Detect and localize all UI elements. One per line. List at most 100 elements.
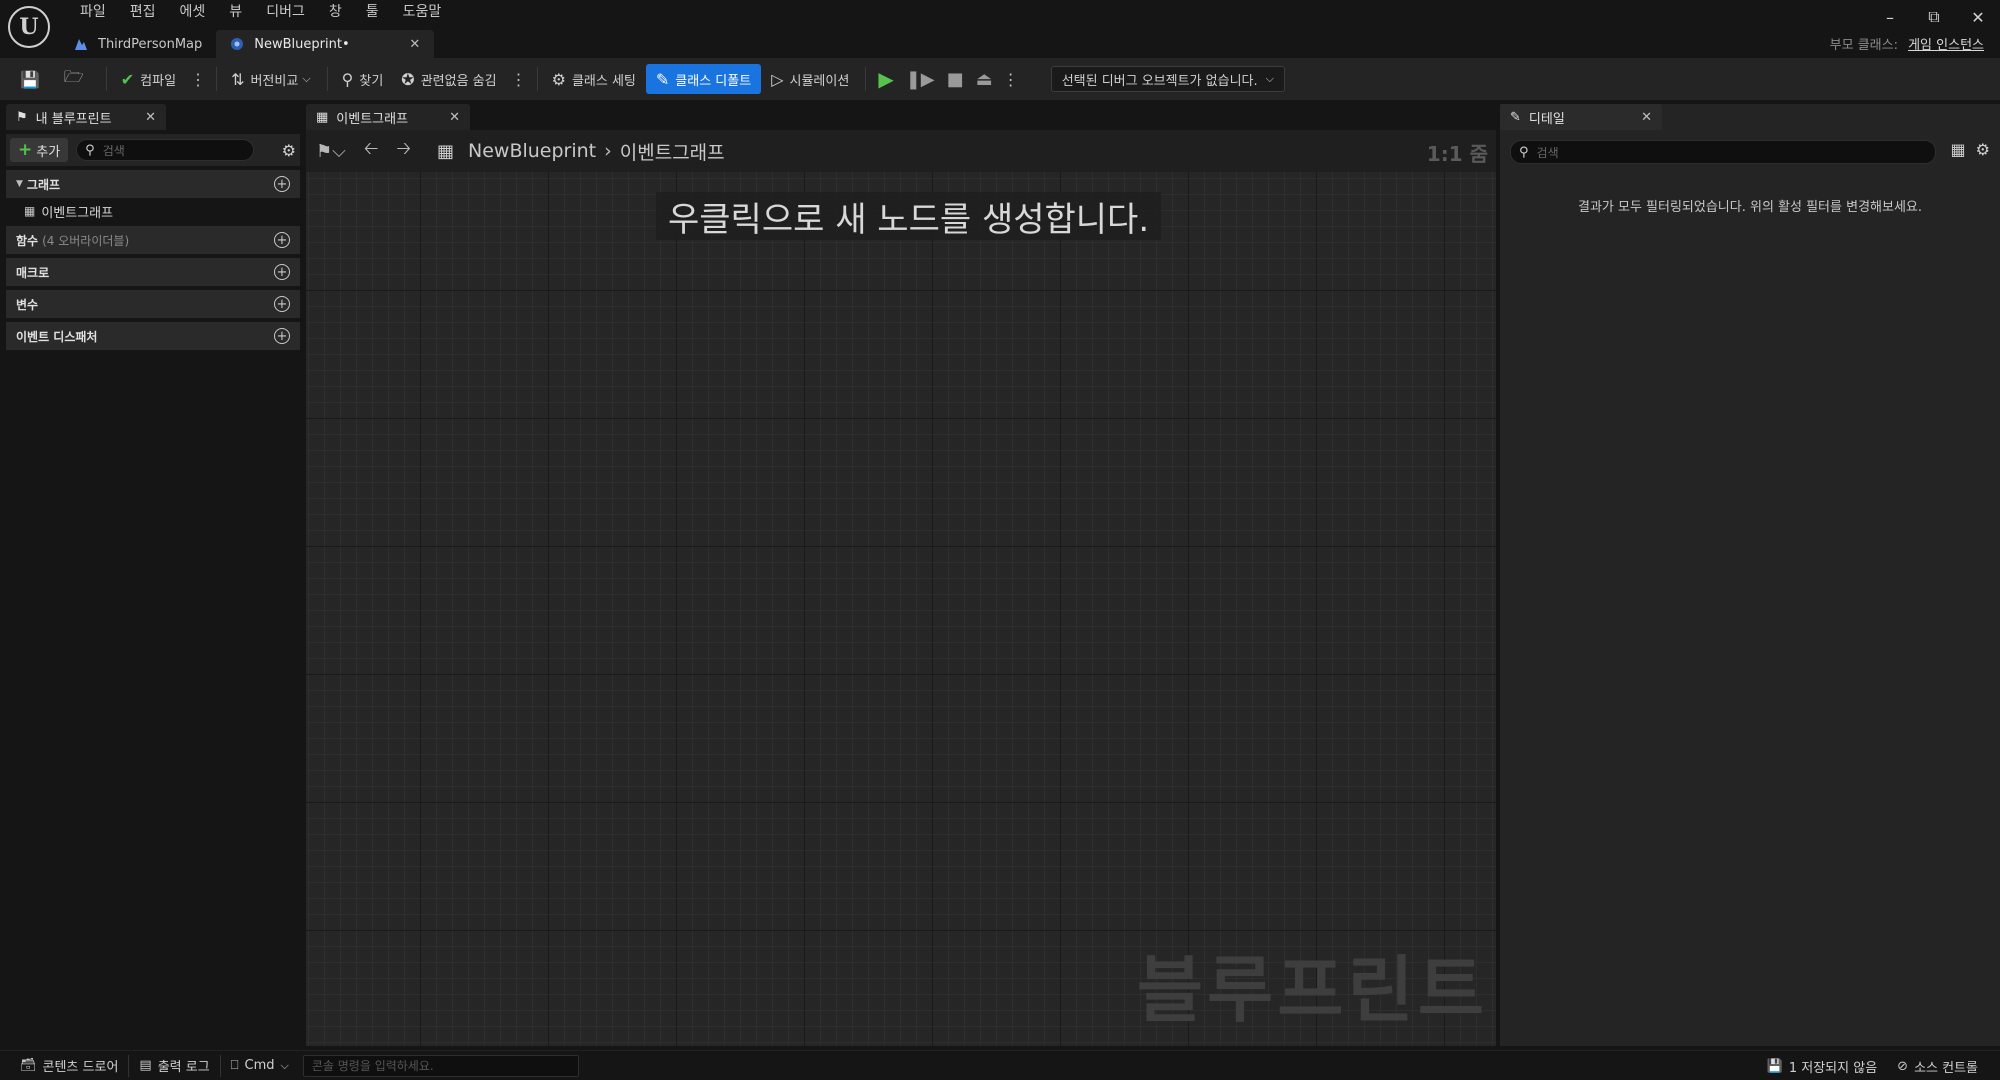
chevron-down-icon: ⌵: [1265, 72, 1274, 85]
graph-header: ⚑⌵ 🡠 🡢 ▦ NewBlueprint › 이벤트그래프 1:1 줌: [306, 130, 1496, 172]
menu-tools[interactable]: 툴: [354, 2, 391, 24]
zoom-label: 1:1 줌: [1426, 142, 1488, 166]
simulation-icon: ▷: [771, 69, 784, 89]
close-window-button[interactable]: ✕: [1956, 4, 2000, 30]
blueprint-tab-icon: ⚑: [16, 109, 28, 125]
blueprint-watermark: 블루프린트: [1136, 948, 1488, 1032]
section-sublabel: (4 오버라이더블): [42, 233, 130, 248]
menu-edit[interactable]: 편집: [118, 2, 168, 24]
gear-icon: ⚙: [551, 69, 566, 89]
back-arrow-icon[interactable]: 🡠: [364, 136, 379, 166]
add-circle-icon[interactable]: +: [274, 176, 290, 192]
toolbar-divider: [105, 67, 107, 91]
graph-icon: ▦: [436, 140, 454, 162]
search-input[interactable]: ⚲ 검색: [76, 139, 255, 161]
close-icon[interactable]: ✕: [409, 37, 420, 52]
output-log-button[interactable]: ▤ 출력 로그: [129, 1056, 219, 1075]
unreal-logo-icon[interactable]: U: [8, 6, 50, 48]
content-drawer-button[interactable]: 🗃 콘텐츠 드로어: [10, 1056, 128, 1075]
play-options-icon[interactable]: ⋮: [999, 70, 1023, 89]
unsaved-icon: 💾: [1766, 1058, 1783, 1074]
hide-unrelated-button[interactable]: ✪ 관련없음 숨김: [393, 64, 504, 94]
browse-button[interactable]: 🗁: [56, 64, 98, 94]
console-input[interactable]: 콘솔 명령을 입력하세요.: [302, 1054, 579, 1077]
section-label: 이벤트 디스패처: [16, 329, 98, 344]
breadcrumb-root[interactable]: NewBlueprint: [468, 140, 596, 162]
menu-help[interactable]: 도움말: [391, 2, 454, 24]
close-icon[interactable]: ✕: [1641, 110, 1652, 125]
section-functions[interactable]: 함수 (4 오버라이더블) +: [6, 226, 300, 254]
simulation-button[interactable]: ▷ 시뮬레이션: [763, 64, 857, 94]
forward-arrow-icon[interactable]: 🡢: [396, 136, 411, 166]
section-graphs[interactable]: ▼ 그래프 +: [6, 170, 300, 198]
add-circle-icon[interactable]: +: [274, 328, 290, 344]
restore-button[interactable]: ⧉: [1912, 4, 1956, 30]
tab-new-blueprint[interactable]: NewBlueprint• ✕: [216, 30, 435, 58]
gear-icon[interactable]: ⚙: [282, 141, 296, 160]
play-icon[interactable]: ▶: [872, 67, 899, 91]
section-label: 함수: [16, 233, 39, 248]
source-control-button[interactable]: ⊘ 소스 컨트롤: [1887, 1057, 1988, 1076]
tab-label: 이벤트그래프: [336, 111, 409, 127]
graph-icon: ▦: [316, 109, 329, 125]
toolbar-divider: [326, 67, 328, 91]
diff-button[interactable]: ⇅ 버전비교 ⌵: [223, 64, 319, 94]
gear-icon[interactable]: ⚙: [1976, 140, 1990, 159]
diff-icon: ⇅: [231, 69, 245, 89]
class-settings-button[interactable]: ⚙ 클래스 세팅: [544, 64, 644, 94]
chevron-down-icon: ⌵: [302, 72, 311, 85]
minimize-button[interactable]: –: [1868, 4, 1912, 30]
find-button[interactable]: ⚲ 찾기: [334, 64, 392, 94]
my-blueprint-panel: ⚑ 내 블루프린트 ✕ + 추가 ⚲ 검색 ⚙ ▼ 그래프 + ▦ 이벤트그래프…: [0, 104, 302, 1046]
details-search-input[interactable]: ⚲ 검색: [1510, 140, 1936, 164]
parent-class-label: 부모 클래스:: [1829, 38, 1898, 53]
eject-icon[interactable]: ⏏: [970, 69, 999, 90]
content-drawer-icon: 🗃: [20, 1058, 37, 1073]
tab-details[interactable]: ✎ 디테일 ✕: [1500, 104, 1662, 130]
hide-options-icon[interactable]: ⋮: [507, 70, 531, 89]
menu-asset[interactable]: 에셋: [168, 2, 218, 24]
add-circle-icon[interactable]: +: [274, 296, 290, 312]
cmd-dropdown[interactable]: ⎕ Cmd ⌵: [221, 1058, 299, 1073]
compile-button[interactable]: ✔ 컴파일: [113, 64, 184, 94]
list-item-event-graph[interactable]: ▦ 이벤트그래프: [24, 200, 113, 222]
cmd-label: Cmd: [244, 1058, 275, 1073]
status-bar: 🗃 콘텐츠 드로어 ▤ 출력 로그 ⎕ Cmd ⌵ 콘솔 명령을 입력하세요. …: [0, 1050, 2000, 1080]
add-circle-icon[interactable]: +: [274, 264, 290, 280]
step-icon[interactable]: ❚▶: [900, 69, 941, 90]
add-circle-icon[interactable]: +: [274, 232, 290, 248]
parent-class-link[interactable]: 게임 인스턴스: [1908, 38, 1984, 53]
menu-window[interactable]: 창: [317, 2, 354, 24]
search-placeholder: 검색: [102, 143, 125, 158]
tab-my-blueprint[interactable]: ⚑ 내 블루프린트 ✕: [6, 104, 166, 130]
class-defaults-button[interactable]: ✎ 클래스 디폴트: [645, 64, 762, 94]
section-variables[interactable]: 변수 +: [6, 290, 300, 318]
class-defaults-label: 클래스 디폴트: [675, 73, 752, 89]
unsaved-label: 1 저장되지 않음: [1788, 1060, 1878, 1076]
toolbar-divider: [216, 67, 218, 91]
compile-options-icon[interactable]: ⋮: [186, 70, 210, 89]
add-button[interactable]: + 추가: [10, 138, 69, 162]
menu-view[interactable]: 뷰: [217, 2, 254, 24]
table-view-icon[interactable]: ▦: [1951, 140, 1966, 159]
menu-file[interactable]: 파일: [68, 2, 118, 24]
close-icon[interactable]: ✕: [449, 110, 460, 125]
find-icon: ⚲: [341, 69, 354, 89]
debug-object-select[interactable]: 선택된 디버그 오브젝트가 없습니다. ⌵: [1050, 66, 1285, 92]
close-icon[interactable]: ✕: [145, 110, 156, 125]
save-button[interactable]: 💾: [12, 64, 54, 94]
content-drawer-label: 콘텐츠 드로어: [42, 1060, 119, 1075]
bookmark-icon[interactable]: ⚑⌵: [316, 141, 346, 162]
section-label: 그래프: [26, 177, 61, 192]
details-empty-message: 결과가 모두 필터링되었습니다. 위의 활성 필터를 변경해보세요.: [1577, 200, 1923, 215]
stop-icon[interactable]: ■: [941, 69, 970, 90]
section-label: 매크로: [16, 265, 50, 280]
graph-canvas[interactable]: [306, 172, 1496, 1046]
section-macros[interactable]: 매크로 +: [6, 258, 300, 286]
menu-debug[interactable]: 디버그: [254, 2, 317, 24]
unsaved-button[interactable]: 💾 1 저장되지 않음: [1757, 1057, 1887, 1076]
tab-third-person-map[interactable]: ThirdPersonMap: [60, 30, 216, 58]
tab-event-graph[interactable]: ▦ 이벤트그래프 ✕: [306, 104, 470, 130]
debug-object-label: 선택된 디버그 오브젝트가 없습니다.: [1061, 73, 1258, 89]
section-event-dispatchers[interactable]: 이벤트 디스패처 +: [6, 322, 300, 350]
